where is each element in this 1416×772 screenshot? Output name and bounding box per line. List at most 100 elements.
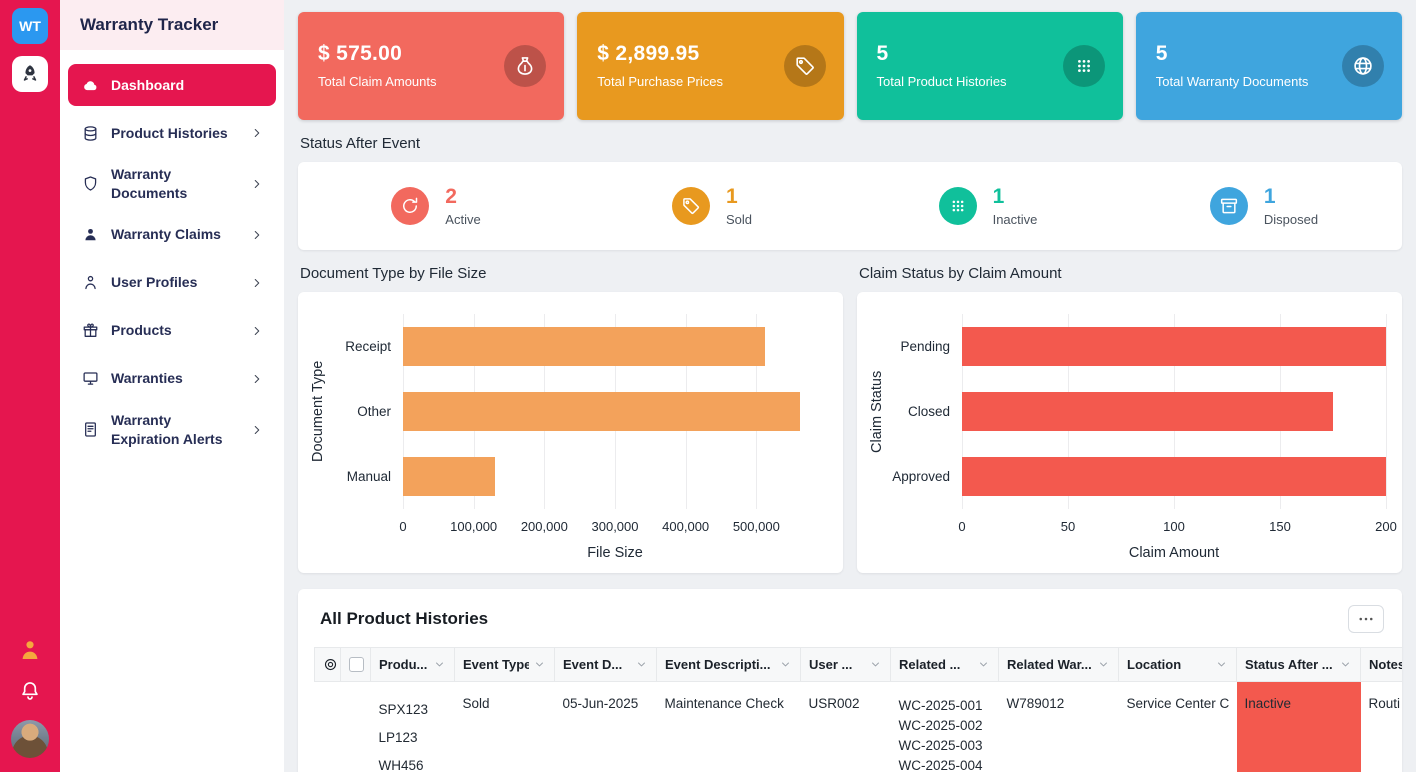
- x-axis-label: Claim Amount: [962, 545, 1386, 561]
- x-tick-label: 300,000: [592, 519, 639, 534]
- sidebar-item-label: Warranties: [111, 369, 183, 388]
- select-all-checkbox[interactable]: [349, 657, 364, 672]
- table-options-button[interactable]: [1348, 605, 1384, 633]
- chevron-right-icon: [250, 228, 264, 242]
- stat-label: Total Claim Amounts: [318, 73, 437, 91]
- column-visibility-header[interactable]: [315, 648, 341, 682]
- chevron-down-icon[interactable]: [635, 658, 648, 671]
- sidebar-item-warranty-documents[interactable]: Warranty Documents: [68, 160, 276, 208]
- chevron-down-icon[interactable]: [977, 658, 990, 671]
- sidebar-item-products[interactable]: Products: [68, 310, 276, 352]
- x-tick-label: 200,000: [521, 519, 568, 534]
- chevron-down-icon[interactable]: [869, 658, 882, 671]
- chevron-down-icon[interactable]: [1097, 658, 1110, 671]
- refresh-icon: [391, 187, 429, 225]
- charts-row: Document Type by File Size Document Type…: [298, 250, 1402, 573]
- status-count: 2: [445, 185, 480, 209]
- table-row[interactable]: SPX123 LP123 WH456 Sold 05-Jun-2025 Main…: [315, 682, 1403, 772]
- chevron-down-icon[interactable]: [533, 658, 546, 671]
- rocket-icon: [19, 63, 41, 85]
- column-header-notes[interactable]: Notes...: [1361, 648, 1403, 682]
- gift-icon: [82, 322, 99, 339]
- cell-location: Service Center C: [1119, 682, 1237, 772]
- chevron-down-icon[interactable]: [433, 658, 446, 671]
- sidebar-item-label: Products: [111, 321, 172, 340]
- sidebar-item-user-profiles[interactable]: User Profiles: [68, 262, 276, 304]
- chart-plot-area: 050100150200PendingClosedApproved: [962, 314, 1386, 509]
- x-tick-label: 100,000: [450, 519, 497, 534]
- column-header-product[interactable]: Produ...: [371, 648, 455, 682]
- stat-value: $ 575.00: [318, 42, 437, 66]
- app-launcher-button[interactable]: [12, 56, 48, 92]
- cell-event-type: Sold: [455, 682, 555, 772]
- y-axis-label: Document Type: [310, 314, 326, 509]
- bar-row: Approved: [962, 444, 1386, 509]
- column-header-status-after[interactable]: Status After ...: [1237, 648, 1361, 682]
- bar-row: Manual: [403, 444, 827, 509]
- column-header-related[interactable]: Related ...: [891, 648, 999, 682]
- bar: [403, 327, 765, 366]
- chart-title: Claim Status by Claim Amount: [859, 265, 1400, 282]
- person-orange-icon: [18, 638, 42, 662]
- chevron-right-icon: [250, 276, 264, 290]
- sidebar-item-dashboard[interactable]: Dashboard: [68, 64, 276, 106]
- stat-label: Total Product Histories: [877, 73, 1007, 91]
- chart-document-type-by-file-size: Document Type by File Size Document Type…: [298, 250, 843, 573]
- money-bag-icon: [504, 45, 546, 87]
- bell-icon: [19, 680, 41, 702]
- column-header-user[interactable]: User ...: [801, 648, 891, 682]
- sidebar-item-label: Product Histories: [111, 124, 228, 143]
- bar-row: Closed: [962, 379, 1386, 444]
- column-header-location[interactable]: Location: [1119, 648, 1237, 682]
- chart-card: Claim Status 050100150200PendingClosedAp…: [857, 292, 1402, 573]
- column-header-event-date[interactable]: Event D...: [555, 648, 657, 682]
- chevron-down-icon[interactable]: [1215, 658, 1228, 671]
- user-bust-icon: [82, 226, 99, 243]
- stat-card-total-warranty-documents: 5 Total Warranty Documents: [1136, 12, 1402, 120]
- status-item-inactive: 1 Inactive: [850, 185, 1126, 227]
- status-count: 1: [726, 185, 752, 209]
- cloud-icon: [82, 77, 99, 94]
- column-header-related-warranty[interactable]: Related War...: [999, 648, 1119, 682]
- sidebar-item-label: Warranty Expiration Alerts: [111, 411, 238, 449]
- ellipsis-icon: [1357, 610, 1375, 628]
- x-tick-label: 0: [958, 519, 965, 534]
- dots-globe-icon: [1063, 45, 1105, 87]
- status-label: Disposed: [1264, 212, 1318, 227]
- status-label: Sold: [726, 212, 752, 227]
- status-item-active: 2 Active: [298, 185, 574, 227]
- sidebar-item-warranty-expiration-alerts[interactable]: Warranty Expiration Alerts: [68, 406, 276, 454]
- column-header-event-type[interactable]: Event Type: [455, 648, 555, 682]
- sidebar-item-warranties[interactable]: Warranties: [68, 358, 276, 400]
- user-avatar[interactable]: [11, 720, 49, 758]
- bar: [962, 327, 1386, 366]
- notifications-button[interactable]: [19, 680, 41, 702]
- bar-row: Receipt: [403, 314, 827, 379]
- sidebar-menu: Dashboard Product Histories Warranty Doc…: [60, 50, 284, 468]
- cell-notes: Routi: [1361, 682, 1403, 772]
- stat-cards-row: $ 575.00 Total Claim Amounts $ 2,899.95 …: [298, 12, 1402, 120]
- status-item-disposed: 1 Disposed: [1126, 185, 1402, 227]
- sidebar-item-warranty-claims[interactable]: Warranty Claims: [68, 214, 276, 256]
- main-content: $ 575.00 Total Claim Amounts $ 2,899.95 …: [284, 0, 1416, 772]
- x-tick-label: 0: [399, 519, 406, 534]
- account-person-button[interactable]: [18, 638, 42, 662]
- cell-product: SPX123 LP123 WH456: [371, 682, 455, 772]
- sidebar-item-label: Dashboard: [111, 76, 184, 95]
- sidebar-item-product-histories[interactable]: Product Histories: [68, 112, 276, 154]
- select-all-header[interactable]: [341, 648, 371, 682]
- cell-related: WC-2025-001 WC-2025-002 WC-2025-003 WC-2…: [891, 682, 999, 772]
- status-label: Active: [445, 212, 480, 227]
- stat-value: 5: [877, 42, 1007, 66]
- grid-line: [1386, 314, 1387, 509]
- category-label: Pending: [900, 339, 950, 354]
- chevron-down-icon[interactable]: [779, 658, 792, 671]
- table-header-row: Produ... Event Type Event D... Event Des…: [315, 648, 1403, 682]
- chevron-right-icon: [250, 372, 264, 386]
- chevron-down-icon[interactable]: [1339, 658, 1352, 671]
- status-count: 1: [993, 185, 1038, 209]
- stat-card-total-claim-amounts: $ 575.00 Total Claim Amounts: [298, 12, 564, 120]
- column-header-event-description[interactable]: Event Descripti...: [657, 648, 801, 682]
- box-icon: [1210, 187, 1248, 225]
- stat-label: Total Warranty Documents: [1156, 73, 1309, 91]
